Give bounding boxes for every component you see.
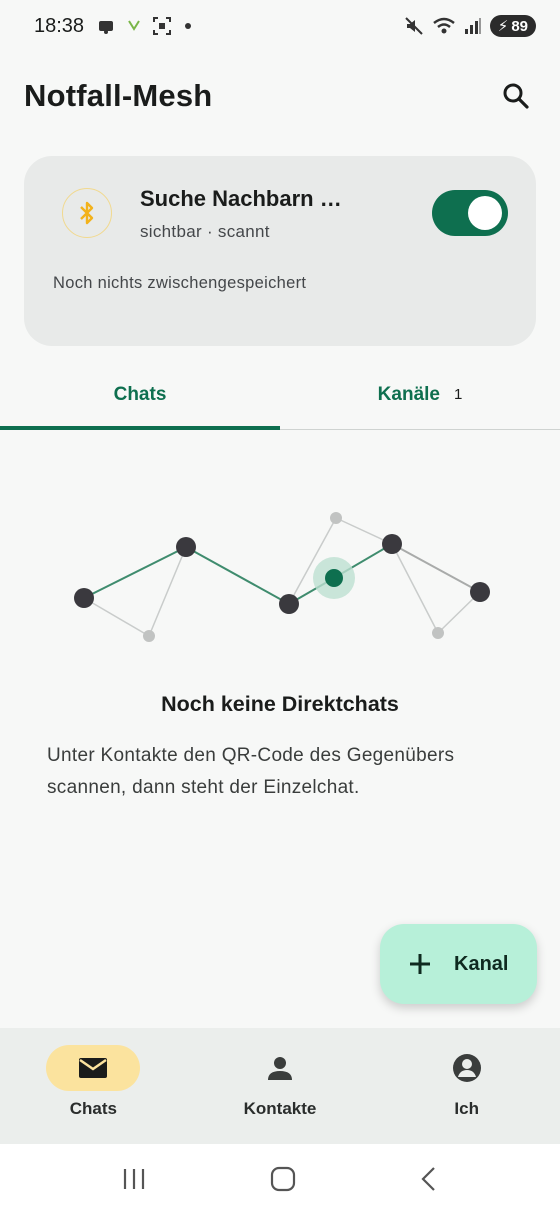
screenshot-icon <box>153 17 172 35</box>
battery-indicator: ⚡ 89 <box>489 15 536 37</box>
system-navigation-bar <box>0 1144 560 1214</box>
nav-label-contacts: Kontakte <box>243 1099 317 1118</box>
nav-active-pill <box>46 1045 141 1091</box>
tab-active-indicator <box>0 426 280 430</box>
status-bar: 18:38 ⚡ 89 <box>0 0 560 52</box>
search-icon <box>503 83 529 109</box>
bolt-icon: ⚡ <box>497 18 509 35</box>
tab-channels[interactable]: Kanäle 1 <box>280 360 560 429</box>
tab-chats-label: Chats <box>113 383 167 405</box>
home-icon[interactable] <box>270 1166 296 1192</box>
dot-icon <box>185 23 192 29</box>
tab-chats[interactable]: Chats <box>0 360 280 430</box>
cache-status-note: Noch nichts zwischengespeichert <box>53 274 307 292</box>
mesh-toggle[interactable] <box>432 190 508 236</box>
tab-bar: Chats Kanäle 1 <box>0 360 560 430</box>
empty-state-title: Noch keine Direktchats <box>161 692 399 716</box>
tab-channels-label: Kanäle <box>377 383 440 405</box>
nav-item-contacts[interactable]: Kontakte <box>187 1028 374 1144</box>
battery-level: 89 <box>511 17 528 35</box>
nav-item-me[interactable]: Ich <box>373 1028 560 1144</box>
toggle-knob <box>468 196 502 230</box>
mute-icon <box>405 17 423 35</box>
app-bar: Notfall-Mesh <box>0 66 560 126</box>
bluetooth-icon <box>80 201 94 225</box>
status-time: 18:38 <box>34 14 85 37</box>
account-circle-icon <box>452 1054 481 1082</box>
person-icon <box>268 1057 292 1080</box>
nav-label-chats: Chats <box>69 1099 117 1118</box>
nav-icon-wrap <box>233 1045 327 1091</box>
mesh-status-card: Suche Nachbarn … sichtbar · scannt Noch … <box>24 156 536 346</box>
empty-state-text: Unter Kontakte den QR-Code des Gegenüber… <box>47 745 455 798</box>
new-channel-fab[interactable]: Kanal <box>380 924 537 1004</box>
wifi-icon <box>432 17 455 34</box>
nav-icon-wrap <box>420 1045 514 1091</box>
nav-item-chats[interactable]: Chats <box>0 1028 187 1144</box>
mesh-network-illustration <box>74 512 490 642</box>
mesh-status-subtitle: sichtbar · scannt <box>140 222 270 241</box>
search-button[interactable] <box>496 76 536 116</box>
bottom-navigation: Chats Kontakte Ich <box>0 1028 560 1144</box>
mail-icon <box>79 1058 108 1078</box>
recents-icon[interactable] <box>121 1167 147 1191</box>
back-icon[interactable] <box>419 1166 439 1192</box>
nav-label-me: Ich <box>454 1099 479 1118</box>
mesh-status-title: Suche Nachbarn … <box>140 186 342 211</box>
notification-icon <box>99 21 114 34</box>
plus-icon <box>410 954 430 974</box>
bluetooth-badge <box>62 188 112 238</box>
app-notification-icon <box>128 20 140 31</box>
fab-label: Kanal <box>454 952 509 975</box>
tab-channels-badge: 1 <box>453 386 463 403</box>
signal-icon <box>464 18 481 34</box>
app-title: Notfall-Mesh <box>24 78 213 113</box>
